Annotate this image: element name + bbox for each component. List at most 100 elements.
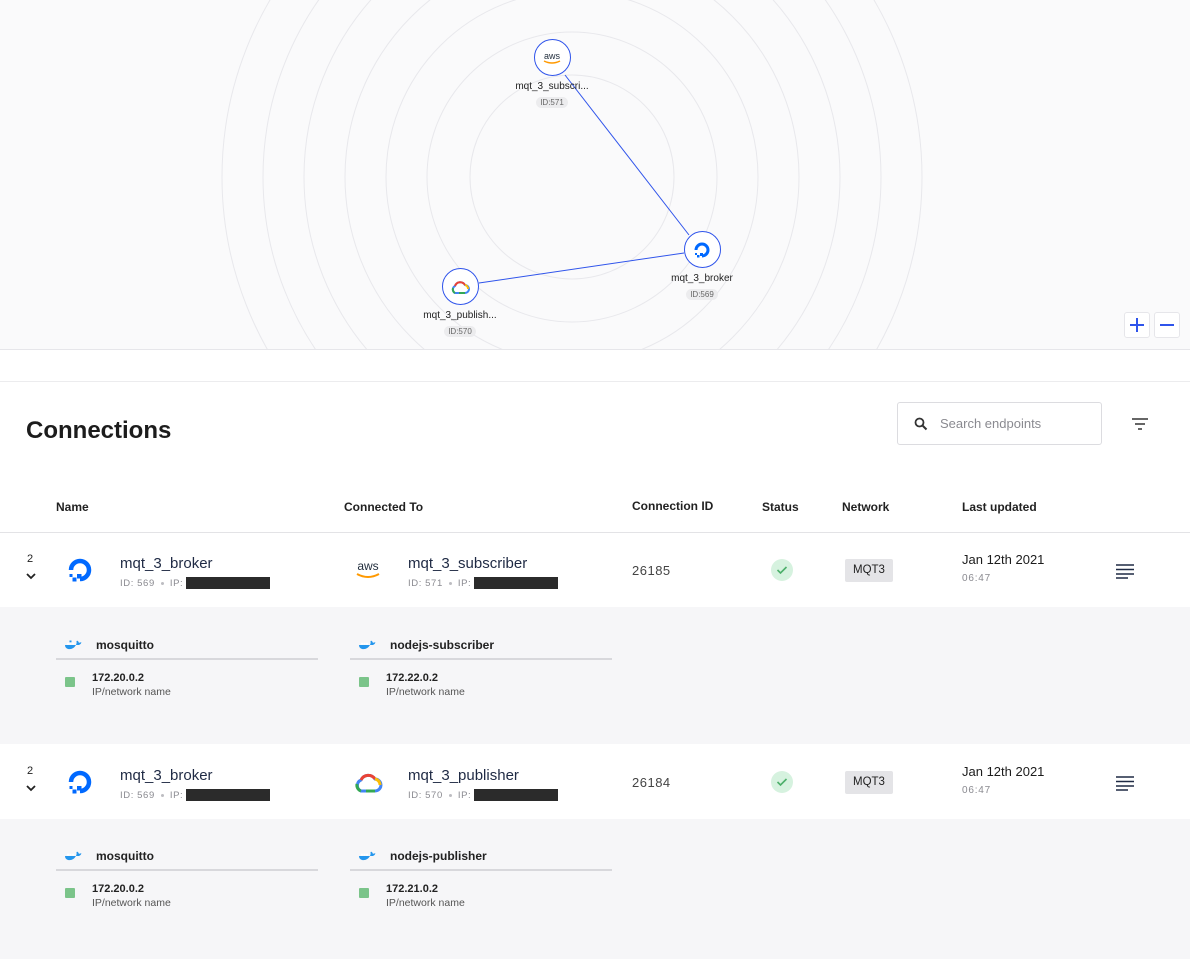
chevron-down-icon[interactable]	[25, 783, 37, 793]
google-cloud-logo	[352, 766, 384, 798]
service-ip: 172.20.0.2	[92, 672, 144, 684]
search-icon	[914, 417, 928, 430]
service-count: 2	[27, 765, 34, 777]
endpoint-ip-label: IP:	[169, 789, 184, 801]
zoom-in-button[interactable]	[1124, 312, 1150, 338]
status-ok-badge	[771, 771, 793, 793]
docker-icon	[65, 851, 82, 861]
table-row[interactable]: 2 mqt_3_broker ID: 569 IP: aws mqt_3_sub…	[0, 533, 1190, 607]
column-header-last-updated[interactable]: Last updated	[962, 500, 1037, 514]
service-name: nodejs-subscriber	[390, 638, 495, 652]
network-indicator	[65, 677, 75, 687]
plus-icon	[1130, 318, 1144, 332]
digitalocean-logo	[64, 554, 96, 586]
network-indicator	[359, 677, 369, 687]
connection-details: mosquitto 172.20.0.2 IP/network name nod…	[0, 607, 1190, 744]
network-badge: MQT3	[845, 771, 893, 794]
aws-logo: aws	[533, 39, 571, 76]
check-icon	[776, 778, 788, 787]
digitalocean-logo	[683, 231, 721, 268]
service-header: nodejs-publisher	[350, 843, 612, 871]
service-ip-label: IP/network name	[92, 897, 171, 909]
service-name: nodejs-publisher	[390, 849, 487, 863]
network-indicator	[359, 888, 369, 898]
column-header-name[interactable]: Name	[56, 500, 89, 514]
endpoint-name[interactable]: mqt_3_broker	[120, 555, 213, 572]
separator-dot	[160, 793, 164, 797]
service-ip-label: IP/network name	[92, 686, 171, 698]
aws-logo: aws	[352, 554, 384, 586]
endpoint-id: ID: 570	[408, 789, 443, 801]
service-count: 2	[27, 553, 34, 565]
service-ip: 172.22.0.2	[386, 672, 438, 684]
service-ip: 172.20.0.2	[92, 883, 144, 895]
endpoint-id: ID: 571	[408, 577, 443, 589]
node-subscriber[interactable]: aws mqt_3_subscri... ID:571	[492, 39, 612, 110]
digitalocean-logo	[64, 766, 96, 798]
service-card: nodejs-publisher 172.21.0.2 IP/network n…	[350, 843, 612, 915]
network-badge: MQT3	[845, 559, 893, 582]
service-ip-label: IP/network name	[386, 897, 465, 909]
endpoint-meta: ID: 569 IP:	[120, 789, 271, 801]
details-menu-icon[interactable]	[1115, 563, 1135, 579]
service-name: mosquitto	[96, 849, 154, 863]
service-network: 172.22.0.2 IP/network name	[350, 668, 612, 704]
service-name: mosquitto	[96, 638, 154, 652]
endpoint-id: ID: 569	[120, 577, 155, 589]
status-ok-badge	[771, 559, 793, 581]
svg-text:aws: aws	[544, 51, 561, 61]
separator-dot	[160, 581, 164, 585]
endpoint-meta: ID: 569 IP:	[120, 577, 271, 589]
last-updated-time: 06:47	[962, 785, 992, 796]
topology-map[interactable]: aws mqt_3_subscri... ID:571 mqt_3_broker…	[0, 0, 1190, 350]
endpoint-meta: ID: 571 IP:	[408, 577, 559, 589]
docker-icon	[65, 640, 82, 650]
filter-button[interactable]	[1128, 414, 1152, 434]
svg-text:aws: aws	[357, 559, 378, 573]
column-header-connection-id[interactable]: Connection ID	[632, 499, 713, 513]
last-updated-date: Jan 12th 2021	[962, 764, 1045, 779]
google-cloud-logo	[441, 268, 479, 305]
node-id-badge: ID:571	[536, 97, 568, 108]
connection-id: 26184	[632, 775, 671, 790]
node-name: mqt_3_broker	[671, 273, 733, 284]
node-name: mqt_3_subscri...	[515, 81, 589, 92]
docker-icon	[359, 640, 376, 650]
endpoint-ip-label: IP:	[457, 577, 472, 589]
filter-icon	[1132, 418, 1148, 430]
last-updated-date: Jan 12th 2021	[962, 552, 1045, 567]
table-row[interactable]: 2 mqt_3_broker ID: 569 IP: mqt_3_publish…	[0, 745, 1190, 819]
service-ip: 172.21.0.2	[386, 883, 438, 895]
minus-icon	[1160, 324, 1174, 326]
network-indicator	[65, 888, 75, 898]
endpoint-id: ID: 569	[120, 789, 155, 801]
endpoint-name[interactable]: mqt_3_publisher	[408, 767, 519, 784]
connection-details: mosquitto 172.20.0.2 IP/network name nod…	[0, 819, 1190, 959]
service-card: nodejs-subscriber 172.22.0.2 IP/network …	[350, 632, 612, 704]
column-header-network[interactable]: Network	[842, 500, 889, 514]
chevron-down-icon[interactable]	[25, 571, 37, 581]
separator-dot	[448, 793, 452, 797]
endpoint-ip-label: IP:	[457, 789, 472, 801]
last-updated-time: 06:47	[962, 573, 992, 584]
node-publisher[interactable]: mqt_3_publish... ID:570	[400, 268, 520, 339]
redacted-ip	[474, 577, 559, 589]
endpoint-name[interactable]: mqt_3_subscriber	[408, 555, 527, 572]
column-header-connected-to[interactable]: Connected To	[344, 500, 423, 514]
endpoint-name[interactable]: mqt_3_broker	[120, 767, 213, 784]
zoom-out-button[interactable]	[1154, 312, 1180, 338]
search-input[interactable]	[940, 416, 1090, 431]
details-menu-icon[interactable]	[1115, 775, 1135, 791]
node-name: mqt_3_publish...	[423, 310, 497, 321]
node-broker[interactable]: mqt_3_broker ID:569	[642, 231, 762, 302]
endpoint-ip-label: IP:	[169, 577, 184, 589]
connection-id: 26185	[632, 563, 671, 578]
service-header: mosquitto	[56, 632, 318, 660]
service-network: 172.20.0.2 IP/network name	[56, 668, 318, 704]
search-box[interactable]	[897, 402, 1102, 445]
redacted-ip	[474, 789, 559, 801]
service-card: mosquitto 172.20.0.2 IP/network name	[56, 843, 318, 915]
endpoint-meta: ID: 570 IP:	[408, 789, 559, 801]
column-header-status[interactable]: Status	[762, 500, 799, 514]
service-ip-label: IP/network name	[386, 686, 465, 698]
